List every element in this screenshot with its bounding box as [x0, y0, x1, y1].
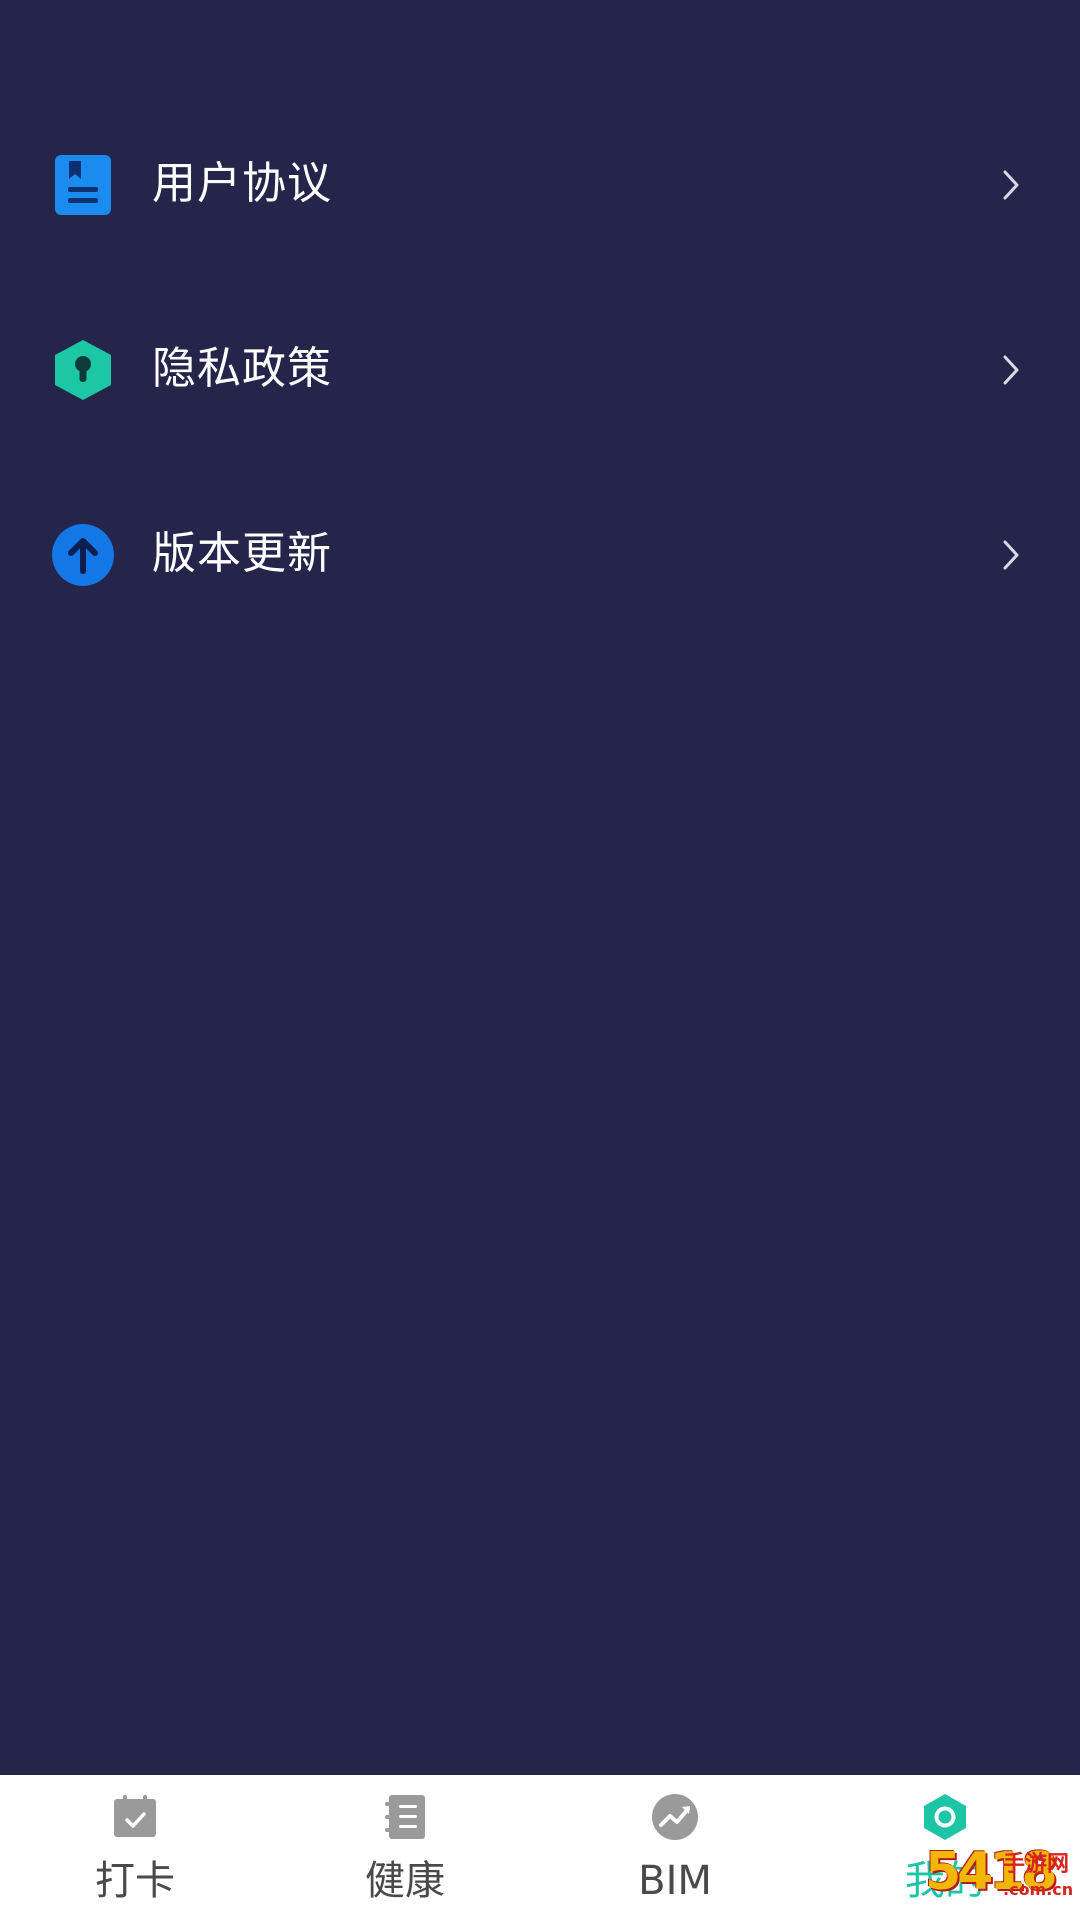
chevron-right-icon — [1003, 170, 1019, 200]
chevron-right-icon — [1003, 355, 1019, 385]
arrow-up-circle-icon — [52, 524, 114, 586]
chevron-right-icon — [1003, 540, 1019, 570]
tab-label: 健康 — [365, 1858, 445, 1904]
notebook-icon — [385, 1795, 425, 1839]
document-icon — [55, 155, 111, 215]
menu-item-label: 隐私政策 — [152, 343, 332, 394]
calendar-check-icon — [114, 1795, 156, 1837]
menu-item-version-update[interactable]: 版本更新 — [0, 480, 1080, 630]
tab-check-in[interactable]: 打卡 — [0, 1775, 270, 1920]
tab-label: BIM — [638, 1858, 712, 1904]
watermark-domain: .com.cn — [1003, 1880, 1074, 1899]
tab-label: 打卡 — [95, 1858, 175, 1904]
trend-chart-icon — [652, 1794, 698, 1840]
menu-item-label: 版本更新 — [152, 528, 332, 579]
menu-item-user-agreement[interactable]: 用户协议 — [0, 110, 1080, 260]
hexagon-icon — [924, 1794, 966, 1840]
site-watermark: 5418 手游网 .com.cn — [925, 1840, 1080, 1920]
shield-lock-icon — [55, 340, 111, 400]
menu-item-privacy-policy[interactable]: 隐私政策 — [0, 295, 1080, 445]
tab-health[interactable]: 健康 — [270, 1775, 540, 1920]
watermark-text: 手游网 — [1003, 1852, 1070, 1877]
menu-item-label: 用户协议 — [152, 158, 332, 209]
tab-bim[interactable]: BIM — [540, 1775, 810, 1920]
bottom-navigation: 打卡 健康 BIM 我的 — [0, 1775, 1080, 1920]
